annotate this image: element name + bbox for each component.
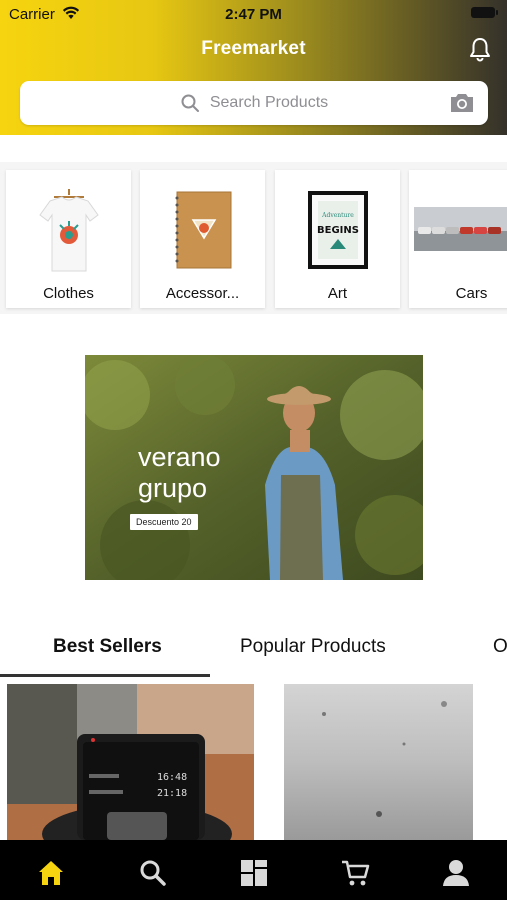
- search-icon: [181, 94, 199, 112]
- banner-line-1: verano: [138, 442, 221, 472]
- camera-icon[interactable]: [449, 92, 475, 114]
- status-time: 2:47 PM: [225, 6, 282, 23]
- svg-text:Adventure: Adventure: [321, 212, 354, 219]
- search-bar[interactable]: Search Products: [20, 81, 488, 125]
- category-label: Clothes: [43, 285, 94, 302]
- phone-clock-1: 16:48: [157, 772, 187, 783]
- discount-badge: Descuento 20: [130, 514, 198, 530]
- category-card-cars[interactable]: Cars: [409, 170, 507, 308]
- framed-poster-image: Adventure BEGINS: [275, 180, 400, 280]
- grey-texture-photo: [284, 684, 473, 840]
- tab-popular-products[interactable]: Popular Products: [240, 636, 386, 658]
- app-title: Freemarket: [201, 38, 306, 59]
- profile-icon[interactable]: [441, 858, 471, 888]
- battery-icon: [471, 7, 498, 18]
- cars-photo: [409, 207, 507, 251]
- search-icon[interactable]: [138, 858, 168, 888]
- product-card[interactable]: 16:48 21:18: [7, 684, 254, 840]
- tab-other[interactable]: O: [493, 636, 507, 658]
- category-carousel[interactable]: Clothes Accessor... Adventure BEGINS Art…: [0, 162, 507, 314]
- banner-line-2: grupo: [138, 473, 208, 503]
- notification-bell-icon[interactable]: [466, 36, 494, 64]
- categories-icon[interactable]: [239, 858, 269, 888]
- bottom-navigation: [0, 840, 507, 900]
- banner-headline: verano grupo: [138, 442, 221, 504]
- notebook-image: [140, 180, 265, 280]
- category-label: Art: [327, 285, 348, 302]
- tab-best-sellers[interactable]: Best Sellers: [53, 636, 162, 658]
- banner-photo: [85, 355, 423, 580]
- product-carousel[interactable]: 16:48 21:18: [0, 684, 507, 840]
- app-header: Carrier 2:47 PM Freemarket Search Produc…: [0, 0, 507, 135]
- phone-on-charger-photo: 16:48 21:18: [7, 684, 254, 840]
- promo-banner[interactable]: verano grupo Descuento 20: [85, 355, 423, 580]
- search-input[interactable]: Search Products: [210, 94, 328, 112]
- t-shirt-image: [6, 180, 131, 280]
- category-card-accessories[interactable]: Accessor...: [140, 170, 265, 308]
- category-label: Accessor...: [165, 285, 240, 302]
- category-card-art[interactable]: Adventure BEGINS Art: [275, 170, 400, 308]
- active-tab-indicator: [0, 674, 210, 677]
- product-card[interactable]: [284, 684, 473, 840]
- product-tabs[interactable]: Best Sellers Popular Products O: [0, 622, 507, 678]
- category-label: Cars: [455, 285, 488, 302]
- cart-icon[interactable]: [340, 858, 370, 888]
- category-card-clothes[interactable]: Clothes: [6, 170, 131, 308]
- svg-text:BEGINS: BEGINS: [317, 225, 359, 236]
- status-bar: Carrier 2:47 PM: [0, 0, 507, 28]
- phone-clock-2: 21:18: [157, 788, 187, 799]
- home-icon[interactable]: [36, 858, 66, 888]
